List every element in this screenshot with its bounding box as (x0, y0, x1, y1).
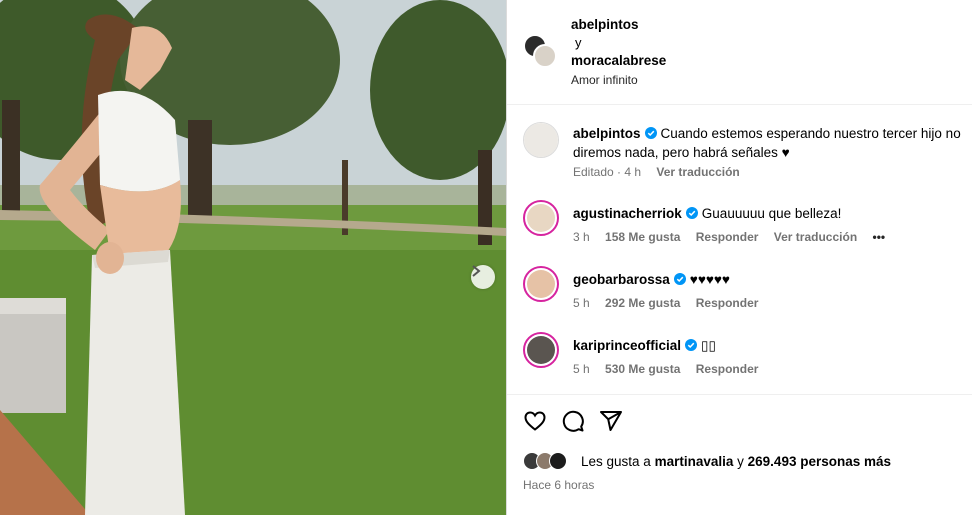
comment-text: Guauuuuu que belleza! (701, 206, 842, 221)
comment-text: ▯▯ (701, 338, 716, 353)
reply-button[interactable]: Responder (696, 362, 759, 376)
verified-icon (685, 339, 698, 351)
header-connector: y (575, 35, 582, 50)
likes-count[interactable]: 269.493 personas más (748, 454, 891, 469)
reply-button[interactable]: Responder (696, 230, 759, 244)
heart-icon[interactable] (523, 409, 547, 433)
comment-likes[interactable]: 530 Me gusta (605, 362, 680, 376)
verified-icon (685, 207, 698, 219)
header-username-2[interactable]: moracalabrese (571, 52, 666, 70)
post-sidebar: abelpintos y moracalabrese Amor infinito… (506, 0, 972, 515)
chevron-right-icon (472, 265, 481, 277)
comment-likes[interactable]: 158 Me gusta (605, 230, 680, 244)
reply-button[interactable]: Responder (696, 296, 759, 310)
comment-text: ♥♥♥♥♥ (689, 272, 730, 287)
comment-username[interactable]: agustinacherriok (573, 206, 682, 221)
comment-username[interactable]: geobarbarossa (573, 272, 670, 287)
likes-connector: y (737, 453, 744, 469)
comment-icon[interactable] (561, 409, 585, 433)
comment-time: 5 h (573, 296, 590, 310)
avatar[interactable] (523, 266, 559, 302)
post-time[interactable]: Hace 6 horas (523, 478, 594, 492)
header-subtitle[interactable]: Amor infinito (571, 71, 666, 89)
action-bar: Les gusta a martinavalia y 269.493 perso… (507, 394, 972, 515)
comment-time: 5 h (573, 362, 590, 376)
post-header: abelpintos y moracalabrese Amor infinito (507, 0, 972, 105)
post-modal: abelpintos y moracalabrese Amor infinito… (0, 0, 972, 515)
header-username-1[interactable]: abelpintos (571, 16, 666, 34)
avatar[interactable] (523, 200, 559, 236)
liker-avatars[interactable] (523, 452, 577, 470)
likes-user[interactable]: martinavalia (655, 454, 734, 469)
avatar[interactable] (523, 332, 559, 368)
verified-icon (644, 127, 657, 139)
caption-edited: Editado · 4 h (573, 165, 642, 179)
translate-link[interactable]: Ver traducción (774, 230, 857, 244)
photo-scene (0, 0, 506, 515)
more-options-icon[interactable]: ••• (873, 230, 886, 244)
next-photo-button[interactable] (471, 265, 495, 289)
comment-likes[interactable]: 292 Me gusta (605, 296, 680, 310)
share-icon[interactable] (599, 409, 623, 433)
likes-summary: Les gusta a martinavalia y 269.493 perso… (523, 452, 891, 470)
avatar[interactable] (523, 122, 559, 158)
comment-username[interactable]: kariprinceofficial (573, 338, 681, 353)
translate-link[interactable]: Ver traducción (656, 165, 739, 179)
avatar (533, 44, 557, 68)
caption-username[interactable]: abelpintos (573, 126, 641, 141)
post-photo (0, 0, 506, 515)
collab-avatars[interactable] (523, 34, 557, 68)
likes-prefix: Les gusta a (581, 453, 651, 469)
verified-icon (673, 273, 686, 285)
comment-time: 3 h (573, 230, 590, 244)
